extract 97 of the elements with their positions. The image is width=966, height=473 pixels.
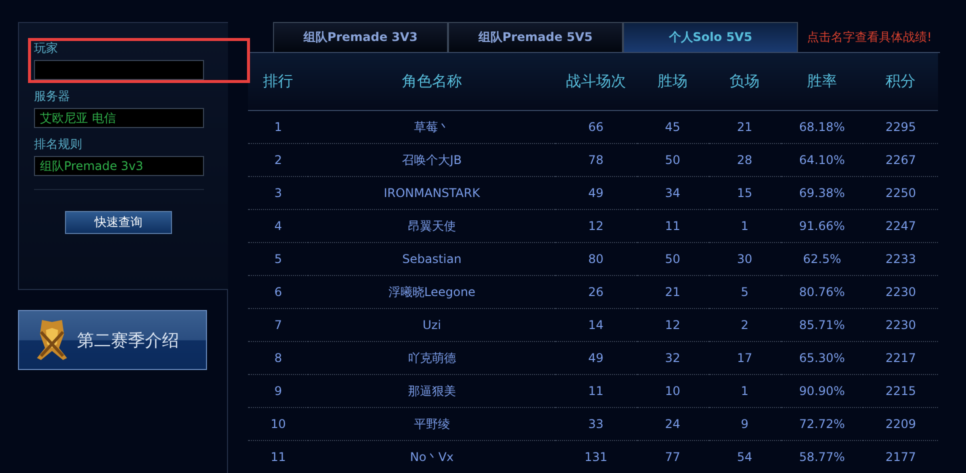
table-cell: 9	[248, 374, 308, 408]
table-cell: 64.10%	[780, 144, 864, 176]
table-cell: 12	[636, 308, 709, 342]
crossed-swords-emblem-icon	[35, 318, 69, 362]
table-cell: 30	[708, 242, 781, 276]
player-name-link[interactable]: Sebastian	[308, 242, 556, 276]
table-cell: 1	[708, 374, 781, 408]
table-cell: 49	[555, 176, 637, 210]
season-intro-button[interactable]: 第二赛季介绍	[18, 310, 207, 370]
column-header: 积分	[863, 53, 938, 110]
player-name-link[interactable]: 昂翼天使	[308, 210, 556, 242]
table-cell: 10	[248, 408, 308, 440]
field-label: 排名规则	[34, 136, 83, 153]
player-name-link[interactable]: 平野绫	[308, 408, 556, 440]
table-cell: 54	[708, 440, 781, 473]
ranking-tab[interactable]: 个人Solo 5V5	[623, 22, 798, 52]
field-label: 玩家	[34, 40, 59, 57]
table-cell: 8	[248, 342, 308, 374]
column-header: 胜率	[780, 53, 864, 110]
player-name-link[interactable]: Uzi	[308, 308, 556, 342]
hint-text: 点击名字查看具体战绩!	[807, 28, 932, 46]
ranking-tab[interactable]: 组队Premade 3V3	[273, 22, 448, 52]
table-cell: 2215	[863, 374, 938, 408]
table-cell: 2247	[863, 210, 938, 242]
table-cell: 80	[555, 242, 637, 276]
table-cell: 50	[636, 144, 709, 176]
table-cell: 2230	[863, 308, 938, 342]
table-cell: 68.18%	[780, 110, 864, 144]
table-cell: 11	[636, 210, 709, 242]
table-cell: 131	[555, 440, 637, 473]
table-cell: 2217	[863, 342, 938, 374]
player-name-link[interactable]: 浮曦晓Leegone	[308, 276, 556, 308]
table-cell: 21	[708, 110, 781, 144]
table-cell: 3	[248, 176, 308, 210]
table-cell: 4	[248, 210, 308, 242]
table-cell: 32	[636, 342, 709, 374]
table-cell: 2177	[863, 440, 938, 473]
table-cell: 80.76%	[780, 276, 864, 308]
table-cell: 21	[636, 276, 709, 308]
table-cell: 9	[708, 408, 781, 440]
table-cell: 17	[708, 342, 781, 374]
table-cell: 2	[248, 144, 308, 176]
table-cell: 33	[555, 408, 637, 440]
field-label: 服务器	[34, 88, 71, 105]
table-cell: 72.72%	[780, 408, 864, 440]
column-header: 排行	[248, 53, 308, 110]
table-cell: 91.66%	[780, 210, 864, 242]
player-name-link[interactable]: 吖克萌德	[308, 342, 556, 374]
table-cell: 24	[636, 408, 709, 440]
table-cell: 12	[555, 210, 637, 242]
table-cell: 2	[708, 308, 781, 342]
table-cell: 50	[636, 242, 709, 276]
table-cell: 2295	[863, 110, 938, 144]
player-name-link[interactable]: No丶Vx	[308, 440, 556, 473]
table-cell: 2209	[863, 408, 938, 440]
table-cell: 78	[555, 144, 637, 176]
table-cell: 6	[248, 276, 308, 308]
table-cell: 65.30%	[780, 342, 864, 374]
quick-search-button[interactable]: 快速查询	[65, 211, 172, 234]
table-cell: 11	[555, 374, 637, 408]
table-cell: 2250	[863, 176, 938, 210]
table-cell: 34	[636, 176, 709, 210]
table-cell: 77	[636, 440, 709, 473]
table-cell: 66	[555, 110, 637, 144]
table-cell: 5	[248, 242, 308, 276]
table-cell: 90.90%	[780, 374, 864, 408]
column-header: 胜场	[636, 53, 709, 110]
table-cell: 7	[248, 308, 308, 342]
player-name-link[interactable]: 那逼狠美	[308, 374, 556, 408]
table-cell: 85.71%	[780, 308, 864, 342]
column-header: 负场	[708, 53, 781, 110]
table-cell: 62.5%	[780, 242, 864, 276]
table-cell: 58.77%	[780, 440, 864, 473]
table-cell: 26	[555, 276, 637, 308]
table-cell: 10	[636, 374, 709, 408]
ranking-tab[interactable]: 组队Premade 5V5	[448, 22, 623, 52]
table-cell: 15	[708, 176, 781, 210]
server-field[interactable]: 艾欧尼亚 电信	[34, 108, 204, 128]
player-name-link[interactable]: 召唤个大JB	[308, 144, 556, 176]
player-name-link[interactable]: 草莓丶	[308, 110, 556, 144]
table-cell: 2230	[863, 276, 938, 308]
table-cell: 1	[708, 210, 781, 242]
table-cell: 11	[248, 440, 308, 473]
table-cell: 49	[555, 342, 637, 374]
table-cell: 5	[708, 276, 781, 308]
player-name-link[interactable]: IRONMANSTARK	[308, 176, 556, 210]
table-cell: 28	[708, 144, 781, 176]
table-cell: 45	[636, 110, 709, 144]
table-cell: 69.38%	[780, 176, 864, 210]
column-header: 角色名称	[308, 53, 556, 110]
ranking-rule-field[interactable]: 组队Premade 3v3	[34, 156, 204, 176]
player-name-field[interactable]	[34, 60, 204, 80]
table-cell: 2267	[863, 144, 938, 176]
table-cell: 1	[248, 110, 308, 144]
table-cell: 14	[555, 308, 637, 342]
column-header: 战斗场次	[555, 53, 637, 110]
table-cell: 2233	[863, 242, 938, 276]
